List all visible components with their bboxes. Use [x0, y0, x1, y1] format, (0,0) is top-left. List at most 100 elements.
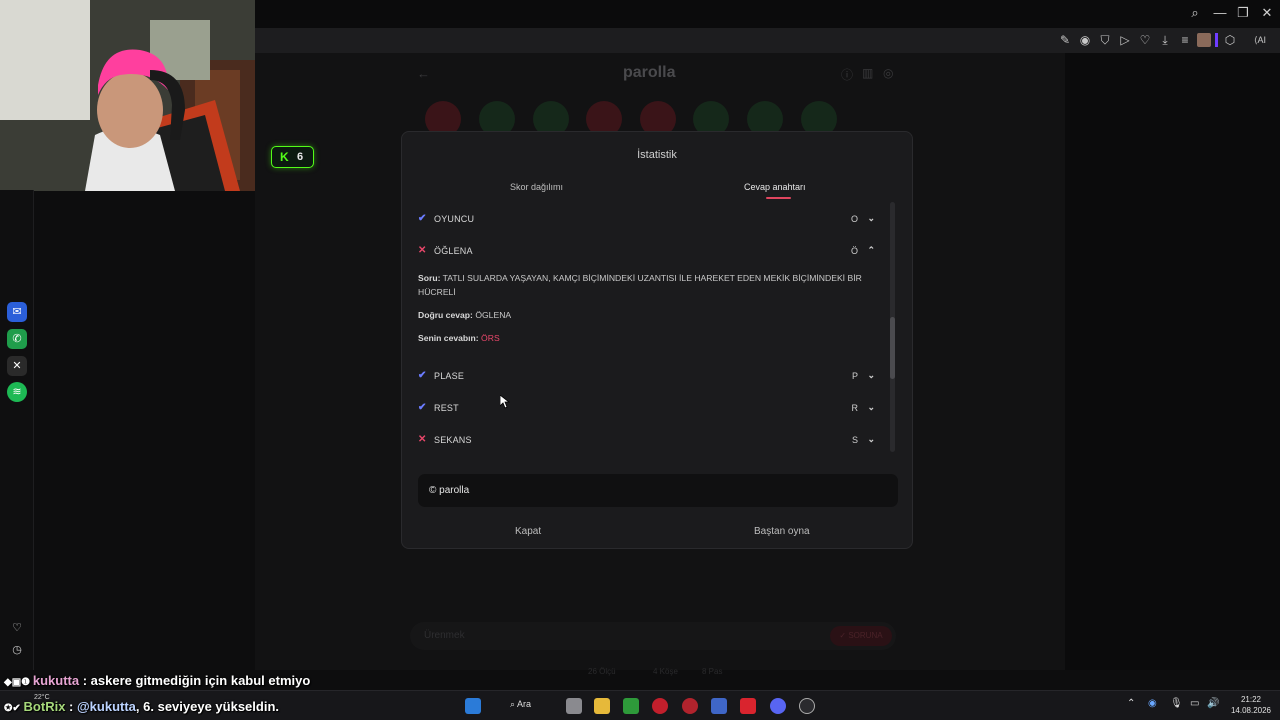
your-answer-label: Senin cevabın: [418, 333, 479, 343]
restore-button[interactable]: ❐ [1234, 5, 1252, 21]
minimize-button[interactable]: — [1211, 5, 1229, 21]
chevron-up-icon[interactable]: ⌃ [867, 245, 875, 256]
task-view-icon[interactable] [566, 698, 582, 714]
download-icon[interactable]: ⤓ [1158, 33, 1172, 47]
scrollbar[interactable] [890, 202, 895, 452]
right-panel [1065, 53, 1280, 670]
whatsapp-icon[interactable]: ✆ [7, 329, 27, 349]
nvidia-icon[interactable] [623, 698, 639, 714]
search-label: Ara [517, 699, 532, 709]
app-title: parolla [623, 64, 676, 81]
chat-text: , 6. seviyeye yükseldin. [135, 699, 279, 714]
stat-text: 8 Pas [702, 667, 723, 676]
security-icon[interactable] [711, 698, 727, 714]
your-answer-detail: Senin cevabın: ÖRS [418, 331, 884, 345]
answer-word: REST [434, 403, 459, 413]
heart-icon[interactable]: ♡ [1138, 33, 1152, 47]
divider-icon [1215, 33, 1218, 47]
check-icon: ✔ [418, 370, 427, 381]
chevron-down-icon[interactable]: ⌄ [867, 370, 875, 381]
tray-app-icon[interactable]: ◉ [1148, 698, 1157, 709]
answer-input-placeholder: Ürenmek [424, 630, 465, 641]
answer-letter: S [851, 435, 858, 445]
stats-icon[interactable]: ▥ [862, 66, 873, 80]
tab-score-distribution[interactable]: Skor dağılımı [510, 182, 563, 192]
mouse-cursor [500, 395, 510, 409]
check-icon: ✔ [418, 213, 427, 224]
answer-word: PLASE [434, 371, 465, 381]
microphone-icon[interactable]: 🎙 [1170, 698, 1183, 709]
close-button[interactable]: Kapat [515, 526, 541, 537]
start-icon[interactable] [465, 698, 481, 714]
discord-icon[interactable] [770, 698, 786, 714]
statistics-modal: İstatistik Skor dağılımı Cevap anahtarı … [401, 131, 913, 549]
active-tab-indicator [766, 197, 791, 199]
opera-icon[interactable] [652, 698, 668, 714]
ai-button[interactable]: ⟨AI [1245, 33, 1275, 47]
camera-icon[interactable]: ◉ [1078, 33, 1092, 47]
app-icon[interactable] [682, 698, 698, 714]
question-label: Soru: [418, 273, 441, 283]
chevron-down-icon[interactable]: ⌄ [867, 213, 875, 224]
tray-clock[interactable]: 21:22 14.08.2026 [1228, 694, 1274, 716]
correct-answer-label: Doğru cevap: [418, 310, 473, 320]
answer-word: OYUNCU [434, 214, 475, 224]
chat-mention: @kukutta [77, 699, 136, 714]
your-answer-text: ÖRS [481, 333, 500, 343]
network-icon[interactable]: ▭ [1190, 698, 1199, 709]
answer-row-oyuncu[interactable]: ✔ OYUNCU O ⌄ [418, 212, 878, 228]
edit-icon[interactable]: ✎ [1058, 33, 1072, 47]
badge-icons: ✪✔ [4, 703, 24, 714]
stat-text: 26 Ölçü [588, 667, 616, 676]
answer-word: SEKANS [434, 435, 472, 445]
answer-letter: O [850, 214, 858, 224]
office-icon[interactable] [740, 698, 756, 714]
history-icon[interactable]: ◷ [7, 640, 27, 660]
badge-count: 6 [297, 151, 304, 163]
x-icon[interactable]: ✕ [7, 356, 27, 376]
chat-username: kukutta [32, 673, 80, 688]
answer-row-oglena[interactable]: ✕ ÖĞLENA Ö ⌃ [418, 244, 878, 260]
kick-badge: K 6 [271, 146, 314, 168]
chat-text: : askere gitmediğin için kabul etmiyo [79, 673, 311, 688]
account-icon[interactable]: ◎ [883, 66, 893, 80]
answer-word: ÖĞLENA [434, 246, 473, 256]
restart-button[interactable]: Baştan oyna [754, 526, 810, 537]
answer-input[interactable]: Ürenmek ✓ SORUNA [410, 622, 896, 650]
tray-chevron-up-icon[interactable]: ⌃ [1127, 698, 1135, 709]
answer-row-rest[interactable]: ✔ REST R ⌄ [418, 401, 878, 417]
badge-icons: ◆▣❶ [4, 677, 33, 688]
info-icon[interactable]: ⓘ [841, 66, 853, 83]
clock-date: 14.08.2026 [1230, 706, 1272, 715]
answer-letter: Ö [850, 246, 858, 256]
answer-row-plase[interactable]: ✔ PLASE P ⌄ [418, 369, 878, 385]
search-icon[interactable]: ⌕ [1186, 5, 1204, 21]
search-button[interactable]: ⌕ Ara [510, 699, 531, 710]
chat-username: BotRix [23, 699, 66, 714]
scrollbar-thumb[interactable] [890, 317, 895, 379]
submit-button[interactable]: ✓ SORUNA [830, 626, 892, 646]
spotify-icon[interactable]: ≋ [7, 382, 27, 402]
answer-row-sekans[interactable]: ✕ SEKANS S ⌄ [418, 433, 878, 449]
cube-icon[interactable]: ⬡ [1223, 33, 1237, 47]
chevron-down-icon[interactable]: ⌄ [867, 434, 875, 445]
stat-text: 4 Köşe [653, 667, 678, 676]
heart-icon[interactable]: ♡ [7, 618, 27, 638]
back-arrow-icon[interactable]: ← [417, 66, 430, 81]
close-window-button[interactable]: ✕ [1258, 5, 1276, 21]
file-explorer-icon[interactable] [594, 698, 610, 714]
play-icon[interactable]: ▷ [1118, 33, 1132, 47]
volume-icon[interactable]: 🔊 [1207, 698, 1219, 709]
messenger-icon[interactable]: ✉ [7, 302, 27, 322]
profile-avatar[interactable] [1197, 33, 1211, 47]
correct-answer-detail: Doğru cevap: ÖGLENA [418, 308, 884, 322]
shield-icon[interactable]: ⛉ [1098, 33, 1112, 47]
chat-message: ✪✔ BotRix : @kukutta, 6. seviyeye yüksel… [4, 699, 279, 714]
obs-icon[interactable] [799, 698, 815, 714]
menu-icon[interactable]: ≡ [1178, 33, 1192, 47]
share-text: © parolla [429, 485, 470, 496]
browser-toolbar: ✎ ◉ ⛉ ▷ ♡ ⤓ ≡ ⬡ ⟨AI [255, 28, 1280, 53]
tab-answer-key[interactable]: Cevap anahtarı [744, 182, 806, 192]
chevron-down-icon[interactable]: ⌄ [867, 402, 875, 413]
question-detail: Soru: TATLI SULARDA YAŞAYAN, KAMÇI BİÇİM… [418, 271, 884, 299]
